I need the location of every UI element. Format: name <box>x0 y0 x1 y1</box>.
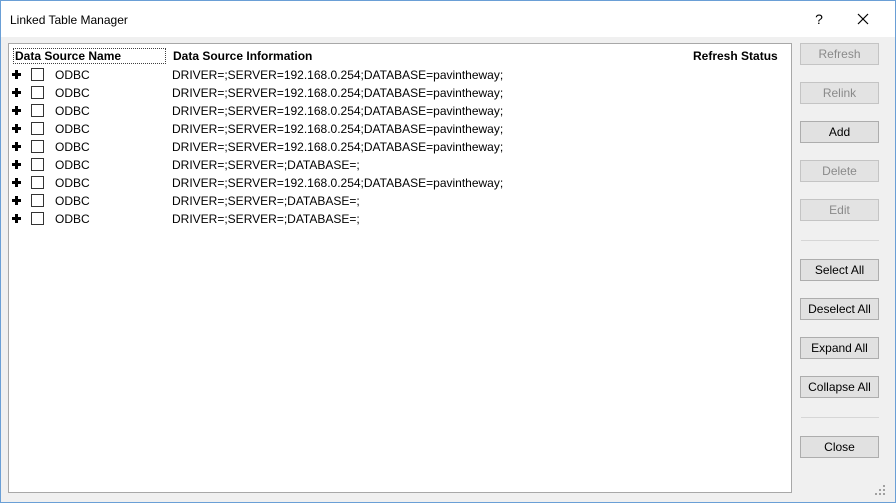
list-item[interactable]: ODBC DRIVER=;SERVER=;DATABASE=; <box>9 192 789 210</box>
delete-button[interactable]: Delete <box>800 160 879 182</box>
button-separator <box>801 417 879 418</box>
data-source-info: DRIVER=;SERVER=;DATABASE=; <box>172 212 360 226</box>
list-item[interactable]: ODBC DRIVER=;SERVER=192.168.0.254;DATABA… <box>9 174 789 192</box>
close-button[interactable]: Close <box>800 436 879 458</box>
add-button[interactable]: Add <box>800 121 879 143</box>
collapse-all-button[interactable]: Collapse All <box>800 376 879 398</box>
data-source-name: ODBC <box>55 122 90 136</box>
row-checkbox[interactable] <box>31 212 44 225</box>
data-source-info: DRIVER=;SERVER=192.168.0.254;DATABASE=pa… <box>172 86 504 100</box>
column-header-data-source-information[interactable]: Data Source Information <box>173 49 312 63</box>
data-source-info: DRIVER=;SERVER=192.168.0.254;DATABASE=pa… <box>172 140 504 154</box>
help-button[interactable]: ? <box>805 7 833 31</box>
data-source-name: ODBC <box>55 212 90 226</box>
data-source-info: DRIVER=;SERVER=192.168.0.254;DATABASE=pa… <box>172 176 504 190</box>
row-checkbox[interactable] <box>31 158 44 171</box>
list-item[interactable]: ODBC DRIVER=;SERVER=;DATABASE=; <box>9 156 789 174</box>
expand-all-button[interactable]: Expand All <box>800 337 879 359</box>
expand-plus-icon[interactable] <box>12 106 21 115</box>
expand-plus-icon[interactable] <box>12 124 21 133</box>
row-checkbox[interactable] <box>31 122 44 135</box>
resize-grip-icon[interactable] <box>875 485 885 495</box>
select-all-button[interactable]: Select All <box>800 259 879 281</box>
edit-button[interactable]: Edit <box>800 199 879 221</box>
data-source-info: DRIVER=;SERVER=;DATABASE=; <box>172 158 360 172</box>
data-source-name: ODBC <box>55 86 90 100</box>
column-header-refresh-status[interactable]: Refresh Status <box>693 49 778 63</box>
expand-plus-icon[interactable] <box>12 160 21 169</box>
row-checkbox[interactable] <box>31 104 44 117</box>
row-checkbox[interactable] <box>31 86 44 99</box>
data-source-name: ODBC <box>55 68 90 82</box>
data-source-info: DRIVER=;SERVER=192.168.0.254;DATABASE=pa… <box>172 68 504 82</box>
expand-plus-icon[interactable] <box>12 142 21 151</box>
data-source-name: ODBC <box>55 158 90 172</box>
list-item[interactable]: ODBC DRIVER=;SERVER=192.168.0.254;DATABA… <box>9 84 789 102</box>
data-source-info: DRIVER=;SERVER=192.168.0.254;DATABASE=pa… <box>172 122 504 136</box>
deselect-all-button[interactable]: Deselect All <box>800 298 879 320</box>
data-source-name: ODBC <box>55 140 90 154</box>
button-separator <box>801 240 879 241</box>
expand-plus-icon[interactable] <box>12 196 21 205</box>
list-item[interactable]: ODBC DRIVER=;SERVER=192.168.0.254;DATABA… <box>9 120 789 138</box>
expand-plus-icon[interactable] <box>12 214 21 223</box>
refresh-button[interactable]: Refresh <box>800 43 879 65</box>
close-icon <box>857 13 869 25</box>
data-source-info: DRIVER=;SERVER=;DATABASE=; <box>172 194 360 208</box>
close-window-button[interactable] <box>843 5 883 33</box>
list-item[interactable]: ODBC DRIVER=;SERVER=192.168.0.254;DATABA… <box>9 102 789 120</box>
data-source-info: DRIVER=;SERVER=192.168.0.254;DATABASE=pa… <box>172 104 504 118</box>
data-source-name: ODBC <box>55 104 90 118</box>
data-source-name: ODBC <box>55 176 90 190</box>
relink-button[interactable]: Relink <box>800 82 879 104</box>
list-item[interactable]: ODBC DRIVER=;SERVER=192.168.0.254;DATABA… <box>9 138 789 156</box>
list-item[interactable]: ODBC DRIVER=;SERVER=;DATABASE=; <box>9 210 789 228</box>
expand-plus-icon[interactable] <box>12 178 21 187</box>
row-checkbox[interactable] <box>31 140 44 153</box>
linked-tables-list[interactable]: Data Source Name Data Source Information… <box>8 43 792 493</box>
linked-table-manager-dialog: Linked Table Manager ? Data Source Name … <box>0 0 896 503</box>
dialog-title: Linked Table Manager <box>10 13 128 27</box>
row-checkbox[interactable] <box>31 68 44 81</box>
expand-plus-icon[interactable] <box>12 88 21 97</box>
title-bar: Linked Table Manager ? <box>1 1 895 37</box>
data-source-name: ODBC <box>55 194 90 208</box>
expand-plus-icon[interactable] <box>12 70 21 79</box>
row-checkbox[interactable] <box>31 176 44 189</box>
column-header-data-source-name[interactable]: Data Source Name <box>13 48 166 64</box>
row-checkbox[interactable] <box>31 194 44 207</box>
list-item[interactable]: ODBC DRIVER=;SERVER=192.168.0.254;DATABA… <box>9 66 789 84</box>
